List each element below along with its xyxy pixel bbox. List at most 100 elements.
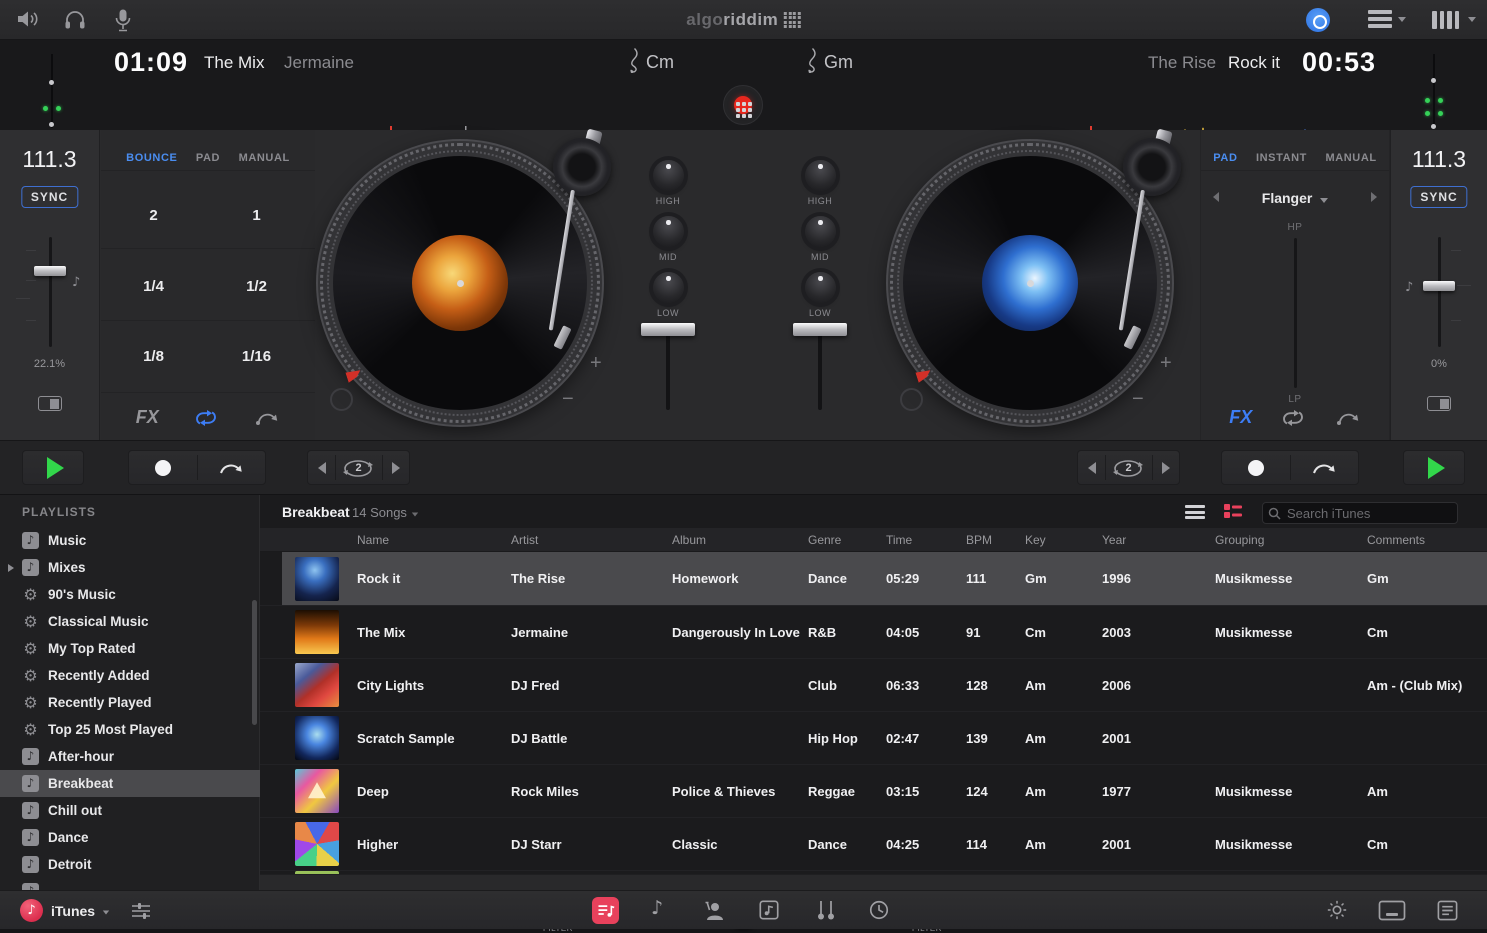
deck-b-loop-icon[interactable] (1280, 409, 1306, 427)
deck-a-sync-button[interactable]: SYNC (20, 186, 79, 208)
column-name[interactable]: Name (357, 533, 511, 547)
midi-devices-icon[interactable] (1432, 11, 1459, 29)
deck-a-bounce-icon[interactable] (254, 409, 280, 427)
speaker-icon[interactable] (16, 8, 40, 30)
layout-caret-icon[interactable] (1398, 17, 1406, 22)
deck-b-fx-button[interactable]: FX (1229, 407, 1252, 428)
column-time[interactable]: Time (886, 533, 966, 547)
loop-halve-a[interactable] (308, 461, 335, 474)
play-button-b[interactable] (1403, 450, 1465, 485)
track-row-deep[interactable]: Deep Rock Miles Police & Thieves Reggae 03… (260, 764, 1487, 817)
history-tab-icon[interactable] (868, 899, 890, 921)
deck-a-pitch-slider[interactable] (49, 237, 52, 347)
fx-next-icon[interactable] (1371, 192, 1377, 202)
sidebar-scrollbar[interactable] (252, 600, 257, 725)
deck-b-pitch-slider[interactable] (1438, 237, 1441, 347)
layout-icon[interactable] (1368, 10, 1392, 31)
eq-mid-knob-b[interactable] (805, 216, 836, 247)
source-selector[interactable]: iTunes (51, 903, 95, 919)
list-view-icon[interactable] (1185, 505, 1205, 522)
keyboard-display-icon[interactable] (1378, 900, 1406, 921)
pitch-bend-minus-b[interactable]: − (1132, 388, 1144, 411)
tab-pad-b[interactable]: PAD (1213, 152, 1237, 164)
bounce-back-button-b[interactable] (1290, 459, 1358, 477)
pitch-bend-minus-a[interactable]: − (562, 388, 574, 411)
loop-double-a[interactable] (382, 461, 409, 474)
tab-bounce[interactable]: BOUNCE (126, 152, 177, 164)
sidebar-item-top-25-most-played[interactable]: ⚙ Top 25 Most Played (0, 716, 260, 743)
pitch-bend-plus-b[interactable]: + (1160, 352, 1172, 375)
loop-halve-b[interactable] (1078, 461, 1105, 474)
volume-fader-a[interactable] (641, 323, 695, 336)
deck-a-pitch-handle[interactable] (34, 266, 66, 276)
tab-manual-b[interactable]: MANUAL (1325, 152, 1376, 164)
track-row-scratch-sample[interactable]: Scratch Sample DJ Battle Hip Hop 02:47 139… (260, 711, 1487, 764)
column-artist[interactable]: Artist (511, 533, 672, 547)
library-horizontal-scrollbar[interactable] (260, 874, 1487, 890)
tab-pad[interactable]: PAD (196, 152, 220, 164)
library-song-count[interactable]: 14 Songs (352, 505, 419, 520)
sidebar-item-music[interactable]: ♪ Music (0, 527, 260, 554)
disclosure-icon[interactable] (8, 563, 14, 572)
eq-mid-knob-a[interactable] (653, 216, 684, 247)
fx-selector[interactable]: Flanger (1201, 190, 1389, 206)
sidebar-item-after-hour[interactable]: ♪ After-hour (0, 743, 260, 770)
playlists-tab-icon[interactable] (592, 897, 619, 924)
sidebar-item-chill-out[interactable]: ♪ Chill out (0, 797, 260, 824)
songs-tab-icon[interactable]: ♪ (651, 897, 663, 919)
loop-button-half[interactable]: 1/2 (209, 278, 304, 295)
loop-toggle-b[interactable]: 2 (1105, 451, 1152, 484)
albums-tab-icon[interactable] (758, 899, 780, 921)
deck-b-sync-button[interactable]: SYNC (1410, 186, 1468, 208)
column-genre[interactable]: Genre (808, 533, 886, 547)
eq-high-knob-b[interactable] (805, 160, 836, 191)
genres-tab-icon[interactable] (814, 898, 838, 922)
search-input[interactable] (1262, 502, 1458, 524)
pitch-bend-plus-a[interactable]: + (590, 352, 602, 375)
fx-slider-b[interactable] (1293, 238, 1297, 388)
cue-button-b[interactable] (1222, 459, 1290, 476)
column-grouping[interactable]: Grouping (1215, 533, 1367, 547)
artwork-view-icon[interactable] (1223, 502, 1243, 520)
deck-b-pitch-handle[interactable] (1423, 281, 1455, 291)
cue-button-a[interactable] (129, 459, 197, 476)
loop-button-sixteenth[interactable]: 1/16 (209, 348, 304, 365)
disc-recording-icon[interactable] (1306, 8, 1330, 32)
deck-b-pitch-range-icon[interactable] (1427, 396, 1451, 411)
volume-fader-a-track[interactable] (666, 330, 670, 410)
deck-a-pitch-range-icon[interactable] (37, 396, 62, 411)
eq-low-knob-b[interactable] (805, 272, 836, 303)
brightness-icon[interactable] (1326, 899, 1348, 921)
source-caret-icon[interactable] (102, 910, 110, 915)
column-album[interactable]: Album (672, 533, 808, 547)
track-row-rock-it[interactable]: Rock it The Rise Homework Dance 05:29 111 G… (260, 552, 1487, 605)
volume-fader-b-track[interactable] (818, 330, 822, 410)
tab-manual[interactable]: MANUAL (239, 152, 290, 164)
sidebar-item-recently-added[interactable]: ⚙ Recently Added (0, 662, 260, 689)
column-year[interactable]: Year (1102, 533, 1215, 547)
loop-button-eighth[interactable]: 1/8 (106, 348, 201, 365)
microphone-icon[interactable] (112, 8, 134, 34)
sidebar-item-classical-music[interactable]: ⚙ Classical Music (0, 608, 260, 635)
column-bpm[interactable]: BPM (966, 533, 1025, 547)
loop-button-quarter[interactable]: 1/4 (106, 278, 201, 295)
bounce-back-button-a[interactable] (197, 459, 265, 477)
sidebar-item-90s-music[interactable]: ⚙ 90's Music (0, 581, 260, 608)
column-comments[interactable]: Comments (1367, 533, 1487, 547)
queue-list-icon[interactable] (1436, 899, 1459, 922)
tab-instant[interactable]: INSTANT (1256, 152, 1307, 164)
track-row-city-lights[interactable]: City Lights DJ Fred Club 06:33 128 Am 2006 … (260, 658, 1487, 711)
grid-view-icon[interactable] (736, 102, 752, 118)
volume-fader-b[interactable] (793, 323, 847, 336)
sidebar-item-detroit[interactable]: ♪ Detroit (0, 851, 260, 878)
midi-caret-icon[interactable] (1468, 17, 1476, 22)
artists-tab-icon[interactable] (700, 899, 726, 923)
sidebar-item-mixes[interactable]: ♪ Mixes (0, 554, 260, 581)
loop-button-2[interactable]: 2 (106, 207, 201, 224)
eq-high-knob-a[interactable] (653, 160, 684, 191)
crossfade-settings-icon[interactable] (130, 901, 152, 921)
deck-b-bounce-icon[interactable] (1335, 409, 1361, 427)
sidebar-item-dance[interactable]: ♪ Dance (0, 824, 260, 851)
loop-double-b[interactable] (1152, 461, 1179, 474)
loop-toggle-a[interactable]: 2 (335, 451, 382, 484)
